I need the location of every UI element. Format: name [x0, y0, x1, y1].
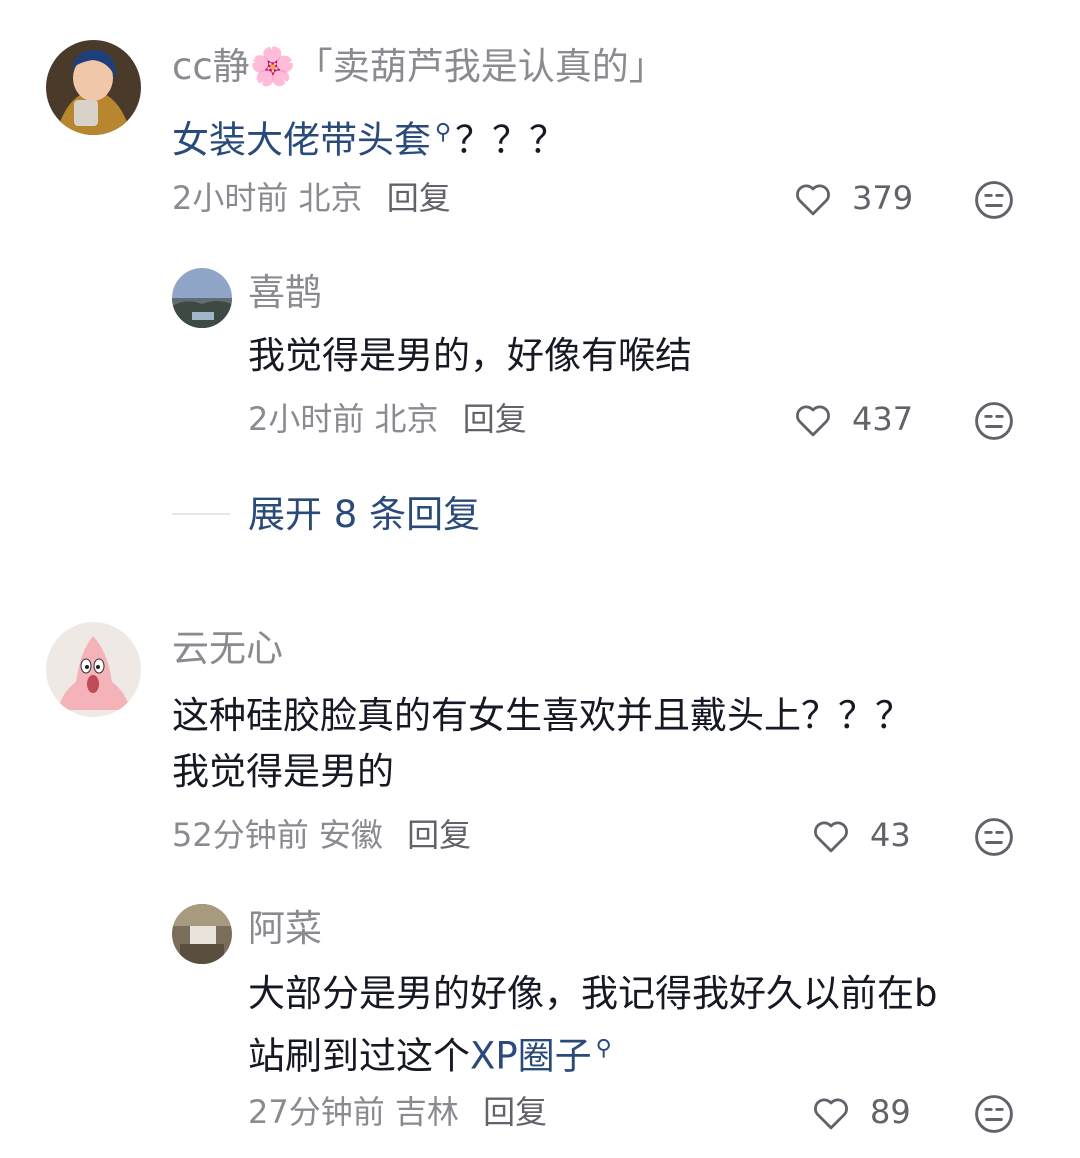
avatar[interactable] [172, 904, 232, 964]
reply-button[interactable]: 回复 [463, 400, 527, 438]
comment-location: 北京 [298, 179, 363, 217]
dislike-button[interactable] [972, 178, 1016, 222]
comment-username[interactable]: 云无心 [172, 630, 283, 667]
dislike-button[interactable] [972, 399, 1016, 443]
heart-outline-icon [796, 184, 830, 216]
like-count: 437 [852, 400, 914, 438]
meh-face-icon [975, 181, 1013, 219]
dislike-button[interactable] [972, 1092, 1016, 1136]
reply-username[interactable]: 阿菜 [248, 910, 322, 947]
reply-button[interactable]: 回复 [483, 1093, 547, 1131]
expand-divider [172, 513, 230, 515]
reply-text-line-2: 站刷到过这个XP圈子 ⚲ [248, 1021, 616, 1084]
avatar[interactable] [172, 268, 232, 328]
comment-text: 女装大佬带头套 ⚲？？？ [172, 105, 566, 168]
comment-time: 2小时前 [172, 179, 289, 217]
reply-button[interactable]: 回复 [407, 816, 471, 854]
reply-text-line-1: 大部分是男的好像，我记得我好久以前在b [248, 972, 938, 1015]
reply-meta: 2小时前 北京 回复 [248, 403, 527, 435]
search-keyword-link[interactable]: XP圈子 [470, 1034, 592, 1077]
like-button[interactable] [810, 1092, 852, 1134]
reply-time: 2小时前 [248, 400, 365, 438]
heart-outline-icon [814, 821, 848, 853]
like-button[interactable] [792, 399, 834, 441]
meh-face-icon [975, 818, 1013, 856]
like-count: 89 [870, 1093, 911, 1131]
comment-username[interactable]: cc静🌸「卖葫芦我是认真的」 [172, 48, 666, 85]
reply-time: 27分钟前 [248, 1093, 385, 1131]
comment-text-line-1: 这种硅胶脸真的有女生喜欢并且戴头上？？？ [172, 694, 912, 737]
meh-face-icon [975, 1095, 1013, 1133]
comment-text-rest: ？？？ [455, 118, 567, 162]
search-icon[interactable]: ⚲ [596, 1036, 612, 1061]
avatar[interactable] [46, 40, 141, 135]
search-icon[interactable]: ⚲ [435, 120, 451, 145]
search-keyword-link[interactable]: 女装大佬带头套 [172, 118, 431, 161]
reply-button[interactable]: 回复 [387, 179, 451, 217]
reply-meta: 27分钟前 吉林 回复 [248, 1096, 547, 1128]
comment-meta: 2小时前 北京 回复 [172, 182, 451, 214]
reply-location: 吉林 [394, 1093, 459, 1131]
comment-meta: 52分钟前 安徽 回复 [172, 819, 471, 851]
like-count: 43 [870, 816, 911, 854]
expand-replies-button[interactable]: 展开 8 条回复 [248, 496, 480, 533]
comment-text-line-2: 我觉得是男的 [172, 750, 394, 793]
dislike-button[interactable] [972, 815, 1016, 859]
heart-outline-icon [814, 1098, 848, 1130]
reply-text: 我觉得是男的，好像有喉结 [248, 334, 692, 377]
like-count: 379 [852, 179, 914, 217]
comment-location: 安徽 [318, 816, 383, 854]
reply-username[interactable]: 喜鹊 [248, 274, 322, 311]
meh-face-icon [975, 402, 1013, 440]
like-button[interactable] [810, 815, 852, 857]
heart-outline-icon [796, 405, 830, 437]
reply-text-plain: 站刷到过这个 [248, 1034, 470, 1078]
reply-location: 北京 [374, 400, 439, 438]
comment-time: 52分钟前 [172, 816, 309, 854]
like-button[interactable] [792, 178, 834, 220]
avatar[interactable] [46, 622, 141, 717]
